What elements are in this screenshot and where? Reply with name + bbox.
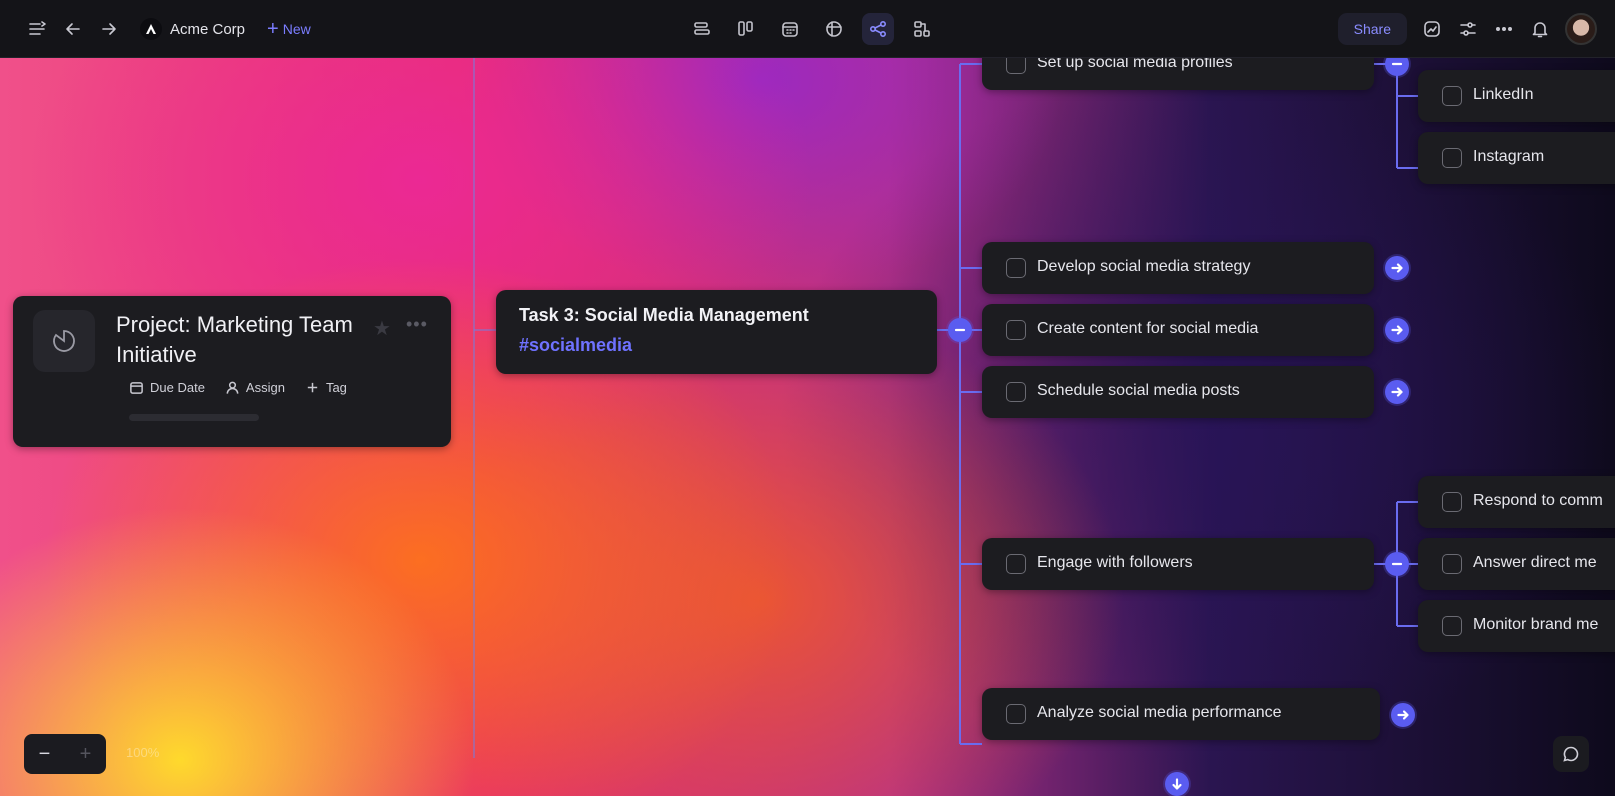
arrow-down-icon bbox=[1172, 778, 1182, 790]
child-label: Respond to comm bbox=[1473, 492, 1603, 509]
tag-label: Tag bbox=[325, 380, 347, 395]
top-toolbar: Acme Corp + New Share bbox=[0, 0, 1615, 58]
arrow-right-icon bbox=[1391, 263, 1403, 273]
calendar-view-icon[interactable] bbox=[774, 13, 806, 45]
comments-button[interactable] bbox=[1553, 736, 1589, 772]
table-view-icon[interactable] bbox=[818, 13, 850, 45]
project-status-icon bbox=[33, 310, 95, 372]
assign-button[interactable]: Assign bbox=[221, 378, 289, 397]
user-avatar[interactable] bbox=[1565, 13, 1597, 45]
arrow-right-icon bbox=[1391, 387, 1403, 397]
subtask-label: Create content for social media bbox=[1037, 320, 1259, 337]
collapse-task-button[interactable] bbox=[948, 318, 972, 342]
tag-button[interactable]: Tag bbox=[301, 378, 351, 397]
zoom-in-button[interactable]: + bbox=[80, 743, 92, 766]
subtask-label: Analyze social media performance bbox=[1037, 704, 1282, 721]
subtask-checkbox[interactable] bbox=[1006, 704, 1026, 724]
child-label: Monitor brand me bbox=[1473, 616, 1599, 633]
board-view-icon[interactable] bbox=[730, 13, 762, 45]
mindmap-canvas[interactable]: Project: Marketing Team Initiative ★ •••… bbox=[0, 58, 1615, 796]
minus-icon bbox=[1391, 562, 1403, 566]
child-item[interactable]: Answer direct me bbox=[1418, 538, 1615, 590]
add-subtask-button[interactable] bbox=[1165, 772, 1189, 796]
due-date-button[interactable]: Due Date bbox=[125, 378, 209, 397]
person-icon bbox=[226, 381, 239, 394]
subtask-label: Develop social media strategy bbox=[1037, 258, 1251, 275]
chat-bubble-icon bbox=[1563, 746, 1579, 762]
subtask-label: Engage with followers bbox=[1037, 554, 1193, 571]
subtask-item[interactable]: Set up social media profiles bbox=[982, 58, 1374, 90]
child-item[interactable]: LinkedIn bbox=[1418, 70, 1615, 122]
project-actions: Due Date Assign Tag bbox=[125, 378, 351, 397]
zoom-level: 100% bbox=[126, 745, 160, 760]
subtask-checkbox[interactable] bbox=[1006, 58, 1026, 74]
notification-bell-icon[interactable] bbox=[1529, 18, 1551, 40]
child-checkbox[interactable] bbox=[1442, 616, 1462, 636]
open-subtask-button[interactable] bbox=[1391, 703, 1415, 727]
workspace-switcher[interactable]: Acme Corp bbox=[140, 18, 245, 40]
assign-label: Assign bbox=[245, 380, 285, 395]
subtask-label: Set up social media profiles bbox=[1037, 58, 1233, 71]
task-card[interactable]: Task 3: Social Media Management #socialm… bbox=[496, 290, 937, 374]
child-checkbox[interactable] bbox=[1442, 148, 1462, 168]
arrow-right-icon bbox=[1397, 710, 1409, 720]
plus-icon bbox=[307, 382, 318, 393]
subtask-item[interactable]: Schedule social media posts bbox=[982, 366, 1374, 418]
project-progress-bar bbox=[129, 414, 259, 421]
child-item[interactable]: Instagram bbox=[1418, 132, 1615, 184]
zoom-out-button[interactable]: − bbox=[39, 743, 51, 766]
new-button[interactable]: + New bbox=[267, 18, 311, 40]
open-subtask-button[interactable] bbox=[1385, 318, 1409, 342]
mindmap-view-icon[interactable] bbox=[862, 13, 894, 45]
filter-settings-icon[interactable] bbox=[1457, 18, 1479, 40]
open-subtask-button[interactable] bbox=[1385, 256, 1409, 280]
subtask-checkbox[interactable] bbox=[1006, 320, 1026, 340]
collapse-subtask-button[interactable] bbox=[1385, 552, 1409, 576]
task-title[interactable]: Task 3: Social Media Management bbox=[519, 305, 809, 326]
subtask-item[interactable]: Analyze social media performance bbox=[982, 688, 1380, 740]
child-checkbox[interactable] bbox=[1442, 492, 1462, 512]
back-arrow-icon[interactable] bbox=[62, 18, 84, 40]
subtask-checkbox[interactable] bbox=[1006, 258, 1026, 278]
subtask-checkbox[interactable] bbox=[1006, 382, 1026, 402]
subtask-item[interactable]: Develop social media strategy bbox=[982, 242, 1374, 294]
plus-icon: + bbox=[267, 18, 279, 40]
minus-icon bbox=[1391, 62, 1403, 66]
star-icon[interactable]: ★ bbox=[373, 316, 391, 341]
workspace-name: Acme Corp bbox=[170, 20, 246, 38]
subtask-checkbox[interactable] bbox=[1006, 554, 1026, 574]
new-button-label: New bbox=[282, 21, 311, 37]
child-item[interactable]: Monitor brand me bbox=[1418, 600, 1615, 652]
child-checkbox[interactable] bbox=[1442, 86, 1462, 106]
task-tag[interactable]: #socialmedia bbox=[519, 335, 632, 356]
forward-arrow-icon[interactable] bbox=[98, 18, 120, 40]
arrow-right-icon bbox=[1391, 325, 1403, 335]
open-subtask-button[interactable] bbox=[1385, 380, 1409, 404]
sidebar-toggle-icon[interactable] bbox=[26, 18, 48, 40]
list-view-icon[interactable] bbox=[686, 13, 718, 45]
child-label: Answer direct me bbox=[1473, 554, 1597, 571]
subtask-label: Schedule social media posts bbox=[1037, 382, 1240, 399]
workspace-logo-icon bbox=[140, 18, 162, 40]
child-item[interactable]: Respond to comm bbox=[1418, 476, 1615, 528]
project-more-icon[interactable]: ••• bbox=[406, 314, 428, 335]
child-checkbox[interactable] bbox=[1442, 554, 1462, 574]
subtask-item[interactable]: Engage with followers bbox=[982, 538, 1374, 590]
minus-icon bbox=[954, 328, 966, 332]
child-label: LinkedIn bbox=[1473, 86, 1534, 103]
view-switcher bbox=[686, 13, 938, 45]
subtask-item[interactable]: Create content for social media bbox=[982, 304, 1374, 356]
zoom-controls: − + bbox=[24, 734, 106, 774]
project-card[interactable]: Project: Marketing Team Initiative ★ •••… bbox=[13, 296, 451, 447]
child-label: Instagram bbox=[1473, 148, 1545, 165]
calendar-icon bbox=[130, 382, 143, 394]
project-title[interactable]: Project: Marketing Team Initiative bbox=[116, 310, 356, 370]
share-button[interactable]: Share bbox=[1337, 13, 1407, 45]
more-options-icon[interactable] bbox=[1493, 18, 1515, 40]
hierarchy-view-icon[interactable] bbox=[906, 13, 938, 45]
activity-icon[interactable] bbox=[1421, 18, 1443, 40]
due-date-label: Due Date bbox=[150, 380, 205, 395]
